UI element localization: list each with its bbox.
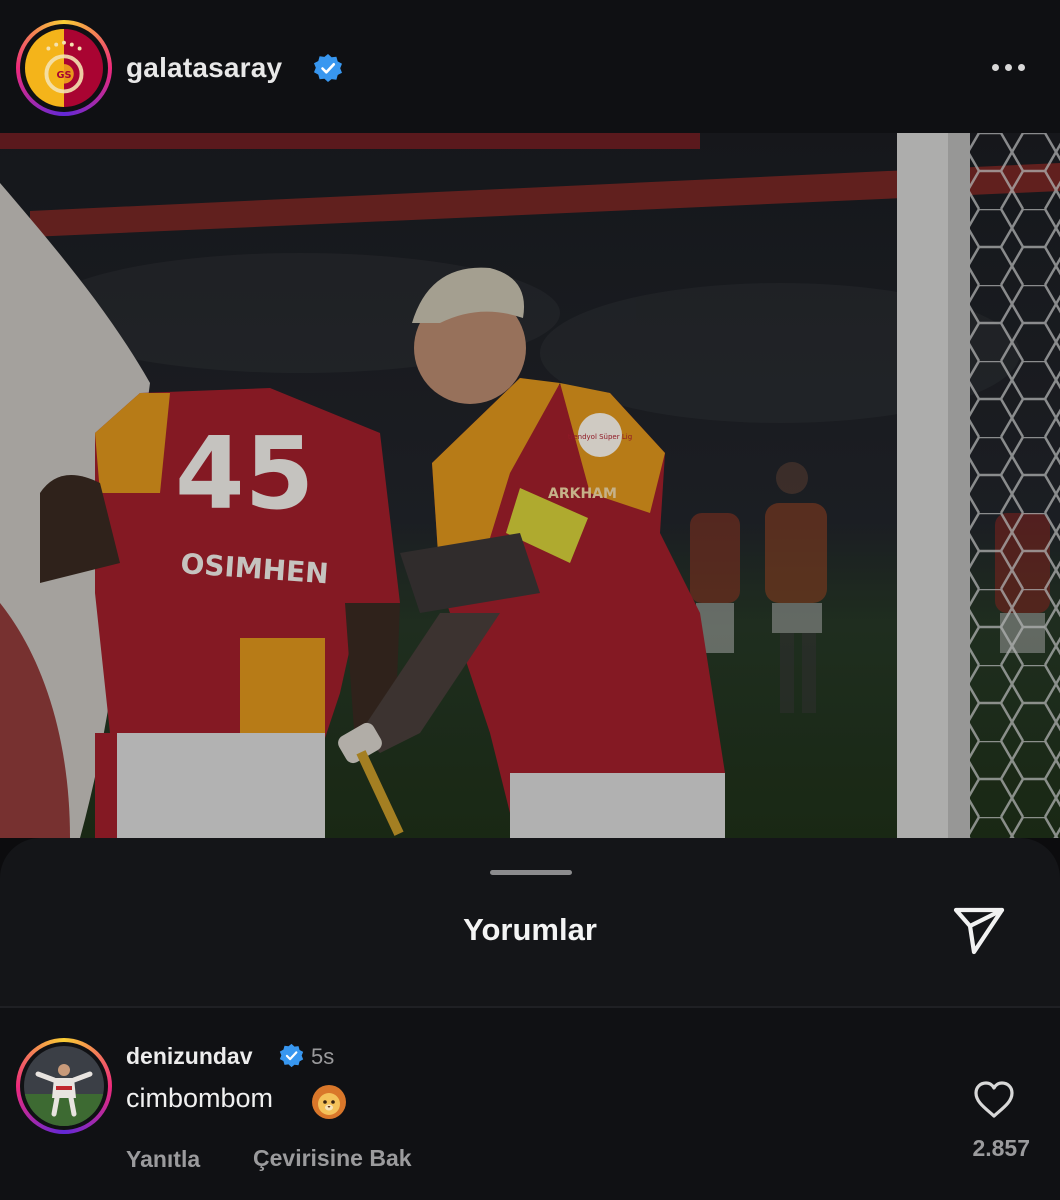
see-translation-button[interactable]: Çevirisine Bak bbox=[253, 1145, 412, 1172]
more-horizontal-icon[interactable] bbox=[986, 56, 1030, 78]
send-icon[interactable] bbox=[950, 900, 1008, 958]
reply-button[interactable]: Yanıtla bbox=[126, 1146, 200, 1173]
verified-badge-icon bbox=[314, 54, 342, 82]
galatasaray-crest-icon: GS bbox=[25, 29, 103, 107]
comment-username[interactable]: denizundav bbox=[126, 1043, 253, 1070]
post-header: GS galatasaray bbox=[0, 0, 1060, 133]
sheet-title: Yorumlar bbox=[463, 912, 597, 947]
comment-avatar[interactable] bbox=[16, 1038, 112, 1134]
verified-badge-icon bbox=[279, 1043, 304, 1068]
comment-text: cimbombom bbox=[126, 1083, 274, 1113]
comment-avatar-border bbox=[20, 1042, 108, 1130]
svg-text:GS: GS bbox=[56, 70, 71, 81]
profile-avatar[interactable]: GS bbox=[16, 20, 112, 116]
heart-outline-icon[interactable] bbox=[973, 1080, 1015, 1120]
comments-sheet: Yorumlar denizundav 5s cimbombom Yanıtla… bbox=[0, 838, 1060, 1200]
comment-time: 5s bbox=[311, 1044, 335, 1069]
comment-item: denizundav 5s cimbombom Yanıtla Çevirisi… bbox=[0, 1008, 1060, 1200]
post-username[interactable]: galatasaray bbox=[126, 52, 282, 84]
post-photo[interactable]: 45 OSIMHEN trendyol Süper Lig ARKHAM bbox=[0, 133, 1060, 838]
like-count: 2.857 bbox=[972, 1135, 1030, 1161]
lion-face-icon bbox=[312, 1085, 346, 1119]
avatar-border: GS bbox=[20, 24, 108, 112]
comment-avatar-photo bbox=[24, 1046, 104, 1126]
sheet-grabber[interactable] bbox=[490, 870, 572, 875]
